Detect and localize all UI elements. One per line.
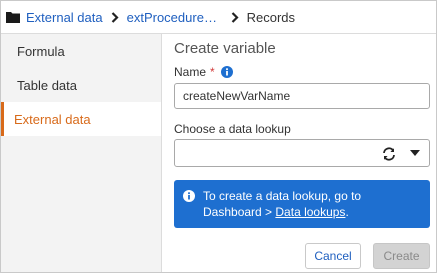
cancel-button[interactable]: Cancel <box>305 243 361 269</box>
info-text-line1: To create a data lookup, go to <box>203 189 362 203</box>
sidebar-item-formula[interactable]: Formula <box>1 34 161 68</box>
breadcrumb-item-records: Records <box>246 9 296 25</box>
data-lookup-select[interactable] <box>174 139 430 167</box>
chevron-right-icon <box>111 11 119 23</box>
main-panel: Create variable Name * Choose a data loo… <box>163 34 436 272</box>
lookup-label: Choose a data lookup <box>174 122 291 136</box>
create-variable-dialog: External data extProceduresLi... Records… <box>0 0 437 273</box>
sidebar-item-external-data[interactable]: External data <box>1 102 161 136</box>
data-lookups-link[interactable]: Data lookups <box>275 205 345 219</box>
caret-down-icon[interactable] <box>410 150 420 156</box>
create-button[interactable]: Create <box>373 243 430 269</box>
info-banner: To create a data lookup, go to Dashboard… <box>174 180 430 228</box>
folder-icon <box>6 11 20 23</box>
breadcrumb-item-procedures[interactable]: extProceduresLi... <box>127 10 223 25</box>
name-label-row: Name * <box>174 65 233 79</box>
name-input[interactable] <box>174 83 430 109</box>
chevron-right-icon <box>231 11 239 23</box>
breadcrumb-item-external-data[interactable]: External data <box>26 10 103 25</box>
info-icon <box>183 190 195 202</box>
info-text-prefix: Dashboard > <box>203 205 276 219</box>
sidebar: Formula Table data External data <box>1 34 162 272</box>
sidebar-item-table-data[interactable]: Table data <box>1 68 161 102</box>
name-label: Name <box>174 65 207 79</box>
info-text-suffix: . <box>345 205 349 219</box>
info-text-line2: Dashboard > Data lookups. <box>203 204 422 220</box>
required-marker: * <box>210 65 215 79</box>
panel-title: Create variable <box>174 40 276 57</box>
breadcrumb: External data extProceduresLi... Records <box>1 1 436 34</box>
info-icon[interactable] <box>220 66 233 78</box>
refresh-icon[interactable] <box>381 146 397 162</box>
